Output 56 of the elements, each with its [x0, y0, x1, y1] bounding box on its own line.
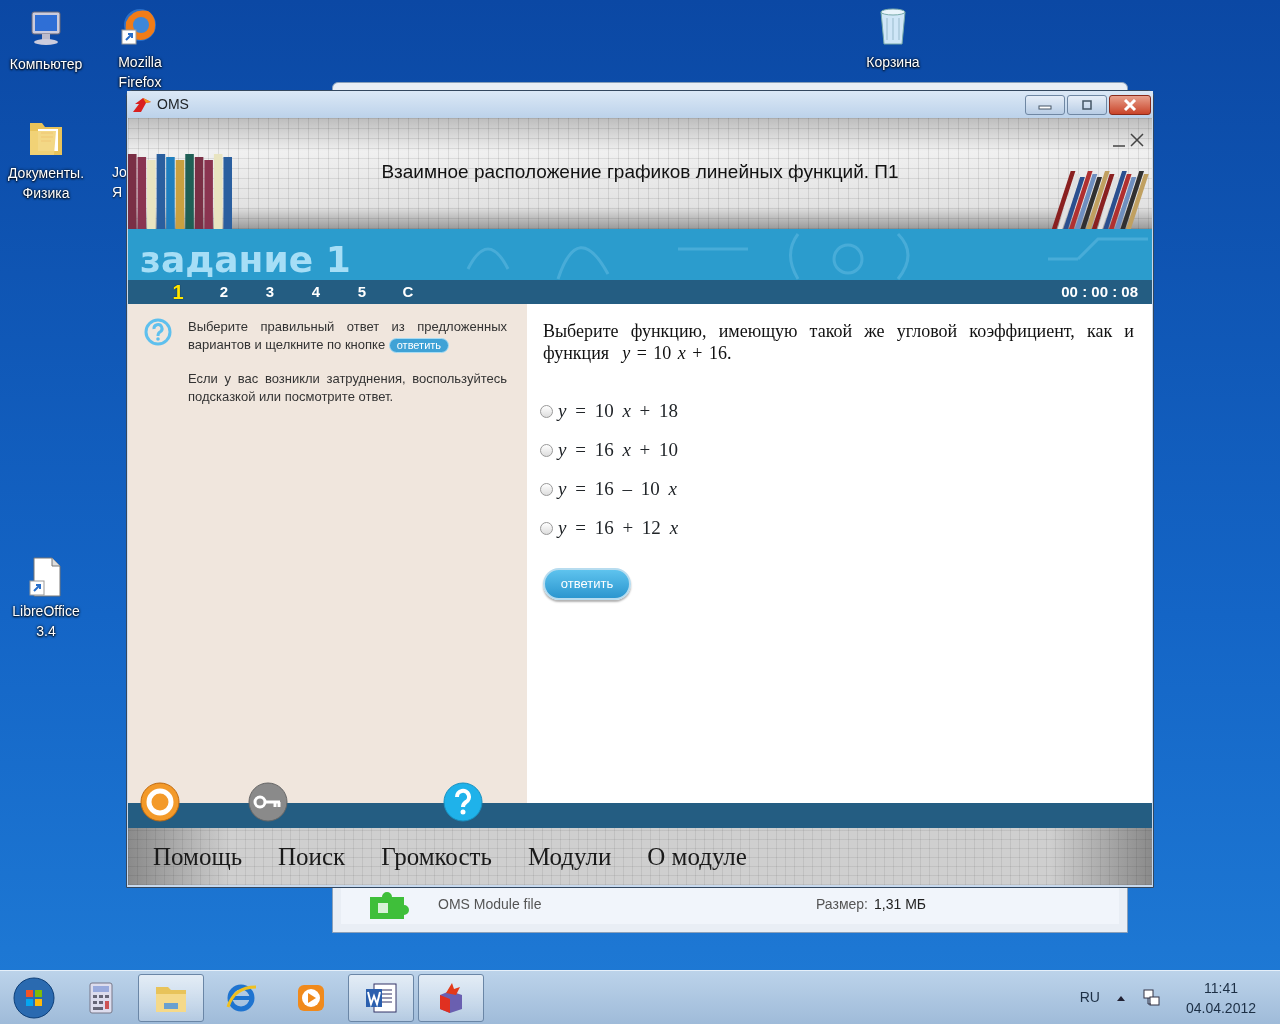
task-tab[interactable]: С	[385, 281, 431, 303]
key-button[interactable]	[247, 781, 289, 823]
option-formula: y = 16 x + 10	[558, 438, 679, 463]
task-tab[interactable]: 5	[339, 281, 385, 303]
clock-date[interactable]: 04.04.2012	[1185, 997, 1256, 1018]
desktop-icon-label[interactable]: Корзина	[852, 52, 934, 72]
task-tab[interactable]: 1	[155, 281, 201, 303]
menu-item[interactable]: Громкость	[381, 837, 492, 876]
timer-text: 00 : 00 : 08	[1061, 281, 1138, 302]
taskbar-button[interactable]	[418, 973, 484, 1022]
desktop-icon-label[interactable]: Mozilla Firefox	[99, 52, 181, 92]
radio-button[interactable]	[540, 405, 553, 418]
radio-button[interactable]	[540, 483, 553, 496]
key-icon	[247, 781, 289, 823]
menu-item[interactable]: О модуле	[647, 837, 747, 876]
file-type-text: OMS Module file	[438, 894, 543, 914]
word-icon	[364, 980, 398, 1015]
maximize-icon	[1081, 99, 1093, 110]
menu-item[interactable]: Помощь	[153, 837, 243, 876]
desktop-icon-label[interactable]: Компьютер	[5, 54, 87, 74]
size-value: 1,31 МБ	[874, 894, 926, 914]
option-formula: y = 10 x + 18	[558, 399, 679, 424]
window-title: OMS	[157, 95, 189, 114]
close-button[interactable]	[1109, 94, 1151, 115]
maximize-button[interactable]	[1067, 94, 1107, 115]
help-button[interactable]	[442, 781, 484, 823]
clock-time[interactable]: 11:41	[1185, 977, 1256, 998]
help-icon	[144, 318, 172, 346]
desktop-icon-label[interactable]: LibreOffice 3.4	[5, 601, 87, 641]
menu-item[interactable]: Поиск	[278, 837, 346, 876]
minimize-button[interactable]	[1025, 94, 1065, 115]
radio-button[interactable]	[540, 444, 553, 457]
option-formula: y = 16 + 12 x	[558, 516, 679, 541]
language-indicator[interactable]: RU	[1079, 987, 1100, 1008]
task-tab[interactable]: 4	[293, 281, 339, 303]
taskbar-button[interactable]	[348, 973, 414, 1022]
close-icon[interactable]	[1129, 132, 1145, 148]
menu-item[interactable]: Модули	[527, 837, 612, 876]
task-heading: задание 1	[140, 238, 351, 280]
desktop-icon-label[interactable]: Документы. Физика	[5, 163, 87, 203]
start-button[interactable]	[12, 975, 56, 1020]
option-formula: y = 16 – 10 x	[558, 477, 677, 502]
network-icon[interactable]	[1141, 987, 1162, 1008]
close-icon	[1123, 98, 1137, 111]
desktop-icon-label: Jo Я	[112, 163, 126, 202]
hint-text: Если у вас возникли затруднения, воспользуйтесь подсказкой или посмотрите ответ.	[188, 370, 507, 406]
task-tab[interactable]: 2	[201, 281, 247, 303]
app-icon	[131, 95, 153, 114]
task-tab[interactable]: 3	[247, 281, 293, 303]
question-text: Выберите функцию, имеющую такой же угловой коэффициент, как и функция y = 10 x + 16.	[543, 320, 1134, 364]
instruction-text: Выберите правильный ответ из предложенных вариантов и щелкните по кнопке ответить	[188, 318, 507, 354]
help-icon	[442, 781, 484, 823]
size-label: Размер:	[816, 894, 868, 914]
taskbar-button[interactable]	[138, 973, 204, 1022]
lesson-title: Взаимное расположение графиков линейных функций. П1	[380, 160, 900, 184]
radio-button[interactable]	[540, 522, 553, 535]
